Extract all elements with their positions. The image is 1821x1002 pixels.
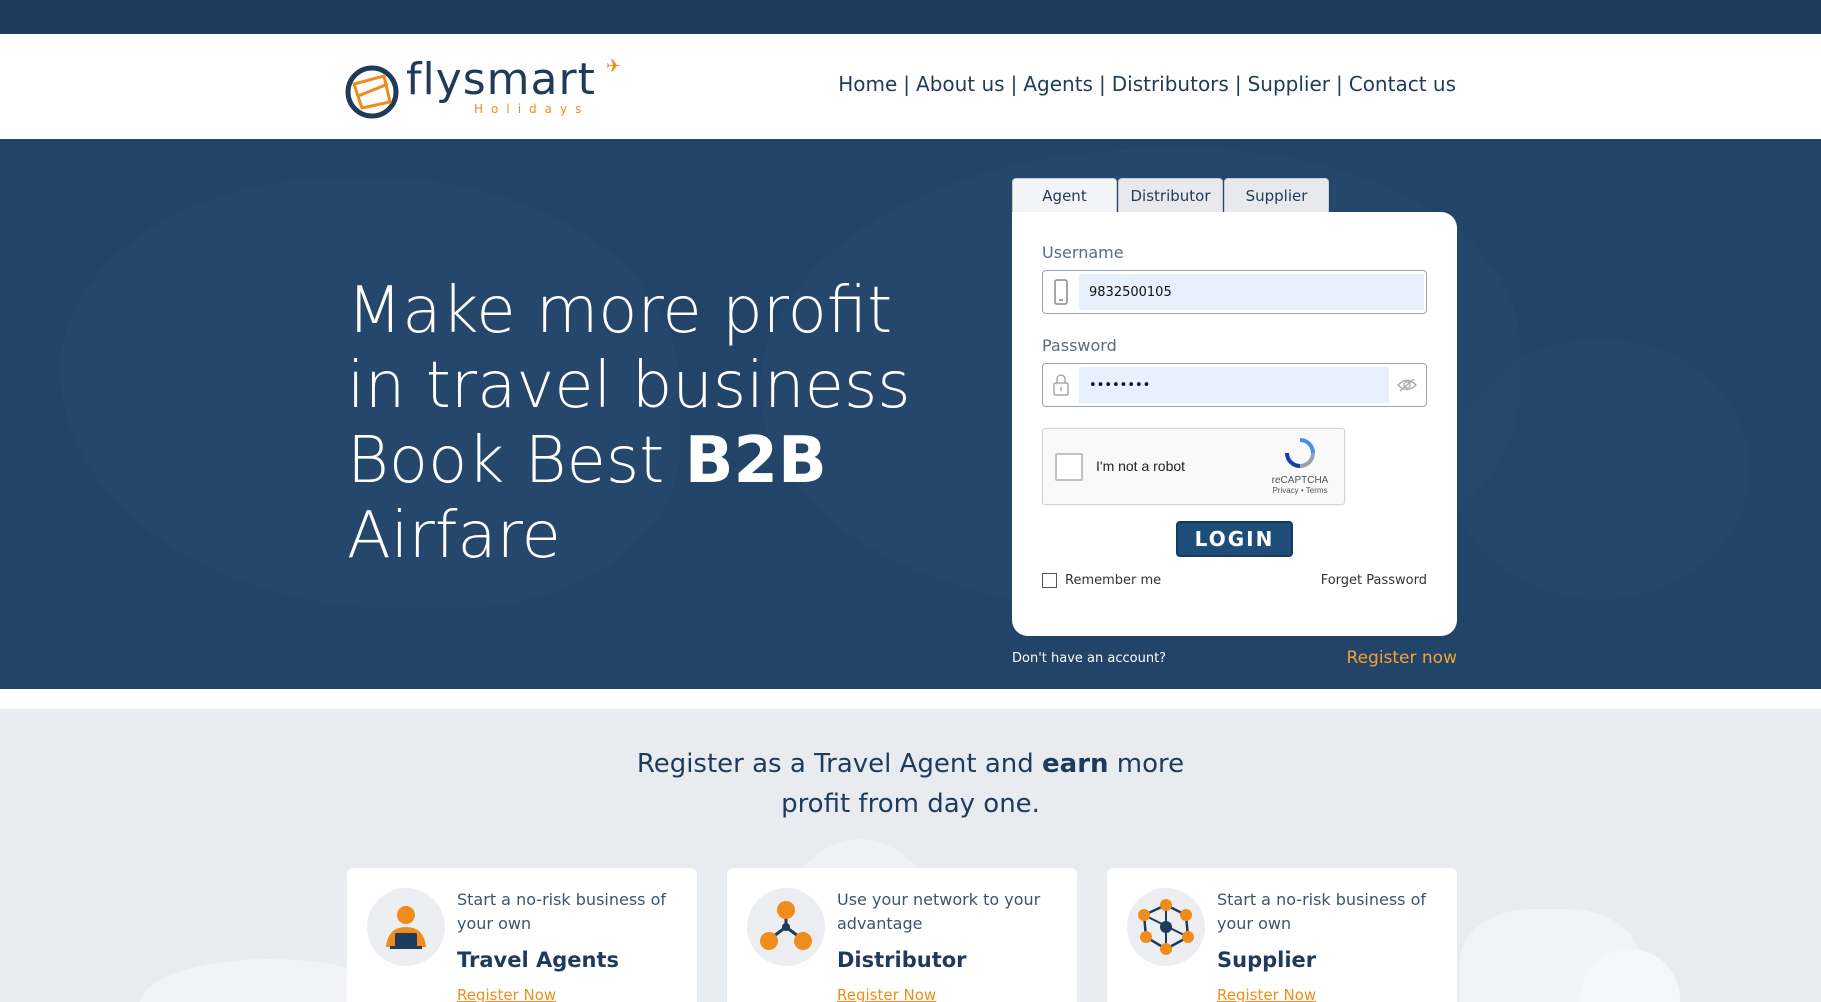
- recaptcha-links[interactable]: Privacy • Terms: [1268, 486, 1332, 495]
- main-nav: Home | About us | Agents | Distributors …: [838, 72, 1456, 96]
- card-supplier: Start a no-risk business of your own Sup…: [1107, 868, 1457, 1002]
- card-description: Start a no-risk business of your own: [1217, 890, 1427, 933]
- nav-separator: |: [1234, 72, 1242, 96]
- tab-agent[interactable]: Agent: [1012, 178, 1117, 212]
- heading-bold: earn: [1042, 749, 1109, 779]
- hero-headline: Make more profit in travel business Book…: [347, 274, 911, 574]
- nav-distributors[interactable]: Distributors: [1112, 72, 1229, 96]
- card-description: Start a no-risk business of your own: [457, 890, 667, 933]
- register-now-link[interactable]: Register Now: [1217, 986, 1316, 1002]
- headline-line: Book Best B2B: [347, 424, 911, 499]
- login-form: Username 9832500105 Password •••••••• I'…: [1012, 212, 1457, 636]
- card-title: Supplier: [1217, 948, 1317, 972]
- recaptcha-icon: [1285, 438, 1315, 468]
- nav-agents[interactable]: Agents: [1023, 72, 1093, 96]
- plane-icon: ✈: [606, 56, 622, 77]
- logo[interactable]: flysmart ✈ Holidays: [344, 54, 634, 120]
- network-icon: [747, 888, 825, 966]
- top-strip: [0, 0, 1821, 34]
- heading-text: Register as a Travel Agent and: [636, 749, 1043, 779]
- headline-prefix: Book Best: [347, 424, 685, 498]
- recaptcha-brand: reCAPTCHA: [1271, 475, 1329, 486]
- world-map-background: [1450, 339, 1750, 599]
- no-account-text: Don't have an account?: [1012, 651, 1167, 666]
- username-label: Username: [1042, 243, 1124, 262]
- remember-me-checkbox[interactable]: [1042, 573, 1057, 588]
- logo-wordmark: flysmart: [406, 54, 596, 105]
- agent-icon: [367, 888, 445, 966]
- nav-supplier[interactable]: Supplier: [1248, 72, 1330, 96]
- register-heading-line: profit from day one.: [781, 789, 1040, 819]
- card-title: Travel Agents: [457, 948, 620, 972]
- register-heading-line: Register as a Travel Agent and earn more: [0, 744, 1821, 784]
- nav-separator: |: [1335, 72, 1343, 96]
- nav-separator: |: [1098, 72, 1106, 96]
- nav-separator: |: [1010, 72, 1018, 96]
- login-tabs: Agent Distributor Supplier: [1012, 178, 1330, 212]
- register-now-link[interactable]: Register now: [1347, 648, 1457, 668]
- headline-line: Make more profit: [347, 274, 893, 348]
- logo-subtitle: Holidays: [474, 102, 590, 116]
- password-field[interactable]: ••••••••: [1042, 363, 1427, 407]
- site-header: flysmart ✈ Holidays Home | About us | Ag…: [0, 34, 1821, 139]
- eye-icon[interactable]: [1396, 375, 1418, 395]
- card-description: Use your network to your advantage: [837, 890, 1041, 933]
- nav-contact-us[interactable]: Contact us: [1349, 72, 1456, 96]
- card-travel-agents: Start a no-risk business of your own Tra…: [347, 868, 697, 1002]
- tab-supplier[interactable]: Supplier: [1224, 178, 1329, 212]
- hero-section: Make more profit in travel business Book…: [0, 139, 1821, 689]
- nav-home[interactable]: Home: [838, 72, 897, 96]
- remember-me[interactable]: Remember me: [1042, 573, 1161, 588]
- headline-line: Airfare: [347, 499, 561, 573]
- headline-bold: B2B: [684, 424, 827, 498]
- password-input[interactable]: ••••••••: [1079, 367, 1389, 403]
- recaptcha-widget: I'm not a robot reCAPTCHA Privacy • Term…: [1042, 428, 1345, 505]
- register-now-link[interactable]: Register Now: [457, 986, 556, 1002]
- recaptcha-logo: reCAPTCHA Privacy • Terms: [1268, 437, 1332, 495]
- globe-logo-icon: [345, 65, 399, 119]
- forget-password-link[interactable]: Forget Password: [1321, 573, 1427, 588]
- nav-separator: |: [903, 72, 911, 96]
- username-input[interactable]: 9832500105: [1079, 274, 1424, 310]
- supplier-network-icon: [1127, 888, 1205, 966]
- card-distributor: Use your network to your advantage Distr…: [727, 868, 1077, 1002]
- remember-me-label: Remember me: [1065, 573, 1162, 588]
- username-field[interactable]: 9832500105: [1042, 270, 1427, 314]
- tab-distributor[interactable]: Distributor: [1118, 178, 1223, 212]
- lock-icon: [1043, 364, 1079, 406]
- recaptcha-label: I'm not a robot: [1096, 458, 1186, 474]
- recaptcha-checkbox[interactable]: [1055, 453, 1083, 481]
- nav-about-us[interactable]: About us: [916, 72, 1005, 96]
- phone-icon: [1043, 271, 1079, 313]
- heading-text: more: [1108, 749, 1185, 779]
- password-label: Password: [1042, 336, 1117, 355]
- headline-line: in travel business: [347, 349, 911, 423]
- register-heading: Register as a Travel Agent and earn more…: [0, 744, 1821, 824]
- login-button[interactable]: LOGIN: [1176, 521, 1293, 557]
- card-title: Distributor: [837, 948, 967, 972]
- register-now-link[interactable]: Register Now: [837, 986, 936, 1002]
